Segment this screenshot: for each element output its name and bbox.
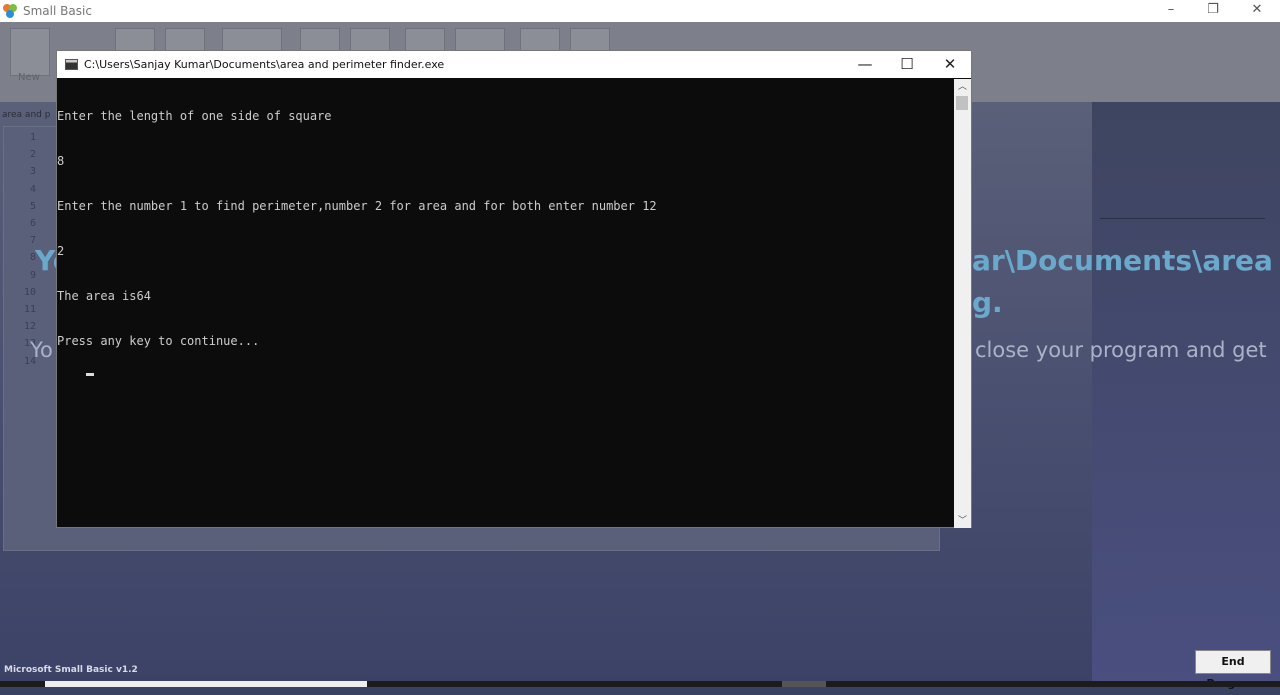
text-cursor	[85, 373, 94, 376]
console-output[interactable]: Enter the length of one side of square 8…	[57, 79, 955, 528]
scroll-up-icon[interactable]: ︿	[954, 79, 971, 94]
line-number: 5	[29, 200, 36, 212]
line-number: 12	[23, 321, 36, 333]
console-line: The area is64	[57, 289, 151, 303]
divider	[1100, 218, 1265, 219]
scroll-down-icon[interactable]: ﹀	[954, 513, 971, 528]
console-minimize-button[interactable]: —	[844, 51, 886, 78]
line-number: 6	[29, 218, 36, 229]
new-button[interactable]	[10, 28, 50, 76]
end-program-button[interactable]: End Program	[1195, 650, 1271, 690]
console-app-icon	[65, 59, 78, 70]
minimize-button[interactable]: –	[1150, 0, 1192, 22]
version-label: Microsoft Small Basic v1.2	[4, 665, 138, 675]
line-number: 2	[29, 149, 36, 161]
console-scrollbar[interactable]: ︿ ﹀	[954, 79, 971, 528]
close-button[interactable]: ✕	[1236, 0, 1278, 22]
help-panel	[1092, 102, 1280, 687]
line-number: 11	[23, 304, 36, 315]
taskbar-item[interactable]	[782, 681, 826, 687]
overlay-heading-right-1: ar\Documents\area	[972, 244, 1273, 277]
line-number: 9	[29, 269, 36, 281]
small-basic-logo-icon	[3, 4, 19, 18]
console-line: Enter the number 1 to find perimeter,num…	[57, 199, 657, 213]
line-number: 3	[29, 166, 36, 178]
line-number: 10	[23, 286, 36, 298]
line-number: 1	[29, 132, 36, 143]
scroll-thumb[interactable]	[956, 96, 968, 110]
document-tab[interactable]: area and p	[2, 110, 50, 120]
console-close-button[interactable]: ✕	[929, 51, 971, 78]
console-maximize-button[interactable]: ☐	[886, 51, 928, 78]
console-line: Enter the length of one side of square	[57, 109, 332, 123]
app-titlebar: Small Basic – ❐ ✕	[0, 0, 1280, 22]
line-number: 8	[29, 252, 36, 264]
console-window: C:\Users\Sanjay Kumar\Documents\area and…	[56, 50, 972, 528]
console-line: 8	[57, 154, 65, 168]
console-title: C:\Users\Sanjay Kumar\Documents\area and…	[84, 58, 445, 71]
line-number: 7	[29, 235, 36, 247]
console-titlebar: C:\Users\Sanjay Kumar\Documents\area and…	[57, 51, 971, 78]
overlay-sub-right: close your program and get	[975, 338, 1267, 362]
line-number: 4	[29, 183, 36, 195]
console-line: Press any key to continue...	[57, 334, 260, 348]
taskbar-search[interactable]	[45, 681, 367, 687]
overlay-heading-right-2: g.	[972, 286, 1003, 319]
new-label: New	[18, 72, 40, 83]
overlay-sub-left: Yo	[30, 338, 53, 362]
console-line: 2	[57, 244, 65, 258]
app-title: Small Basic	[23, 4, 92, 18]
restore-button[interactable]: ❐	[1192, 0, 1234, 22]
